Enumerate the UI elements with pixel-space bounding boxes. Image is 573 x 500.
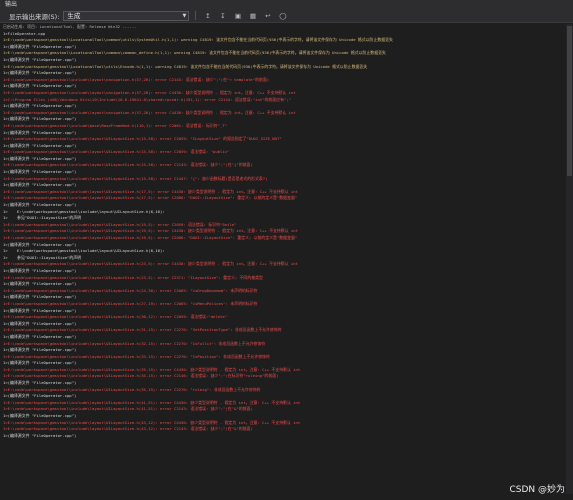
output-line: 1>E:\code\workspace\gmsstool\include\lay… [3, 175, 268, 181]
output-line: 1>E:\code\workspace\gmsstool\include\lay… [3, 188, 298, 194]
output-line: 1>E:\code\workspace\gmsstool\include\lay… [3, 419, 301, 425]
output-line: 1>(编译源文件 "FileOperator.cpp") [3, 307, 77, 313]
clear-all-icon[interactable]: ▦ [247, 11, 258, 21]
output-line: 1>E:\code\workspace\gmsstool\include\lay… [3, 287, 258, 293]
source-select-value: 生成 [67, 11, 81, 20]
output-line: 1>E:\code\workspace\gmsstool\include\lay… [3, 274, 263, 280]
output-line: 1> E:\code\workspace\gmsstool\include\la… [3, 208, 165, 214]
output-line: 1>(编译源文件 "FileOperator.cpp") [3, 142, 77, 148]
output-line: 1>(编译源文件 "FileOperator.cpp") [3, 116, 77, 122]
output-line: 1>E:\code\workspace\gmsstool\include\lay… [3, 406, 253, 412]
output-line: 1>(编译源文件 "FileOperator.cpp") [3, 241, 77, 247]
output-toolbar: 显示输出来源(S): 生成 ▼ ↥ ↧ ▣ ▦ ↩ ◯ [0, 9, 573, 23]
output-line: 1>(编译源文件 "FileOperator.cpp") [3, 432, 77, 438]
output-line: 1>(编译源文件 "FileOperator.cpp") [3, 380, 77, 386]
output-line: 1>E:\code\workspace\gmsstool\include\bas… [3, 122, 227, 128]
go-to-next-icon[interactable]: ↧ [217, 11, 228, 21]
source-select[interactable]: 生成 ▼ [63, 10, 190, 21]
output-line: 1>(编译源文件 "FileOperator.cpp") [3, 103, 77, 109]
output-line: 1>E:\code\workspace\gmsstool\include\lay… [3, 76, 270, 82]
output-line: 1>(编译源文件 "FileOperator.cpp") [3, 43, 77, 49]
output-line: 1>E:\code\workspace\gmsstool\include\lay… [3, 109, 296, 115]
output-line: 1>E:\code\workspace\gmsstool\include\lay… [3, 221, 237, 227]
output-line: 1>(编译源文件 "FileOperator.cpp") [3, 320, 77, 326]
output-line: 1>E:\code\workspace\gmsstool\include\lay… [3, 149, 230, 155]
output-line: 1>E:\code\workspace\gmsstool\include\lay… [3, 89, 296, 95]
output-line: 1> E:\code\workspace\gmsstool\include\la… [3, 248, 165, 254]
output-line: 1>(编译源文件 "FileOperator.cpp") [3, 393, 77, 399]
output-line: 1> 参见"DUOI::ILayoutSize"的声明 [3, 254, 82, 260]
output-line: 1>E:\code\workspace\gmsstool\include\lay… [3, 340, 266, 346]
output-line: 1> 参见"DUOI::ILayoutSize"的声明 [3, 215, 82, 221]
output-line: 1>E:\code\workspace\gmsstool\include\lay… [3, 426, 253, 432]
output-line: 1>(编译源文件 "FileOperator.cpp") [3, 360, 77, 366]
output-line: 1>E:\code\workspace\gmsstool\include\lay… [3, 386, 261, 392]
vertical-scrollbar[interactable] [566, 24, 573, 494]
output-line: 1>(编译源文件 "FileOperator.cpp") [3, 281, 77, 287]
output-line: 1>E:\code\workspace\gmsstool\include\lay… [3, 327, 282, 333]
output-line: 1>(编译源文件 "FileOperator.cpp") [3, 347, 77, 353]
find-icon[interactable]: ▣ [232, 11, 243, 21]
output-line: 1>(编译源文件 "FileOperator.cpp") [3, 83, 77, 89]
watermark: CSDN @妙为 [509, 485, 565, 495]
output-line: 1>C:\Program Files (x86)\Windows Kits\10… [3, 96, 291, 102]
output-line: 1>E:\code\workspace\gmsstool\include\lay… [3, 228, 298, 234]
output-line: 1>E:\code\workspace\gmsstool\include\lay… [3, 136, 282, 142]
output-line: 1>(编译源文件 "FileOperator.cpp") [3, 413, 77, 419]
output-line: 1>E:\code\workspace\gmsstool\include\lay… [3, 162, 253, 168]
output-line: 1>(编译源文件 "FileOperator.cpp") [3, 202, 77, 208]
output-text-area[interactable]: 已启动生成: 项目: LocationalTool, 配置: Release W… [3, 24, 563, 494]
lock-scroll-icon[interactable]: ◯ [277, 11, 288, 21]
output-line: 1>E:\code\workspace\gmsstool\include\lay… [3, 366, 301, 372]
output-line: 1>E:\code\workspace\gmsstool\include\lay… [3, 261, 298, 267]
output-line: 1>E:\code\workspace\gmsstool\include\lay… [3, 300, 258, 306]
output-line: 1>(编译源文件 "FileOperator.cpp") [3, 70, 77, 76]
output-line: 1>E:\code\workspace\gmsstool\LocationalT… [3, 37, 393, 43]
output-line: 1>(编译源文件 "FileOperator.cpp") [3, 294, 77, 300]
output-line: 1>(编译源文件 "FileOperator.cpp") [3, 155, 77, 161]
chevron-down-icon: ▼ [182, 12, 187, 19]
output-line: 1>(编译源文件 "FileOperator.cpp") [3, 267, 77, 273]
output-line: 1>E:\code\workspace\gmsstool\include\lay… [3, 235, 298, 240]
output-line: 1>FileOperator.cpp [3, 30, 46, 36]
output-line: 1>(编译源文件 "FileOperator.cpp") [3, 169, 77, 175]
output-line: 1>(编译源文件 "FileOperator.cpp") [3, 129, 77, 135]
output-panel-title: 输出 [0, 0, 573, 9]
output-line: 1>E:\code\workspace\gmsstool\include\lay… [3, 195, 298, 201]
scrollbar-thumb[interactable] [567, 26, 572, 176]
source-label: 显示输出来源(S): [9, 12, 60, 21]
toolbar-divider [195, 11, 197, 20]
output-line: 1>E:\code\workspace\gmsstool\include\lay… [3, 314, 228, 320]
output-line: 1>(编译源文件 "FileOperator.cpp") [3, 182, 77, 188]
output-line: 1>E:\code\workspace\gmsstool\LocationalT… [3, 63, 368, 69]
output-line: 1>E:\code\workspace\gmsstool\include\lay… [3, 373, 279, 379]
output-line: 1>(编译源文件 "FileOperator.cpp") [3, 56, 77, 62]
output-line: 1>E:\code\workspace\gmsstool\include\lay… [3, 353, 270, 359]
output-line: 1>E:\code\workspace\gmsstool\LocationalT… [3, 50, 386, 56]
output-line: 已启动生成: 项目: LocationalTool, 配置: Release W… [3, 24, 137, 29]
go-to-previous-icon[interactable]: ↥ [202, 11, 213, 21]
output-line: 1>(编译源文件 "FileOperator.cpp") [3, 333, 77, 339]
word-wrap-icon[interactable]: ↩ [262, 11, 273, 21]
output-line: 1>E:\code\workspace\gmsstool\include\lay… [3, 399, 301, 405]
